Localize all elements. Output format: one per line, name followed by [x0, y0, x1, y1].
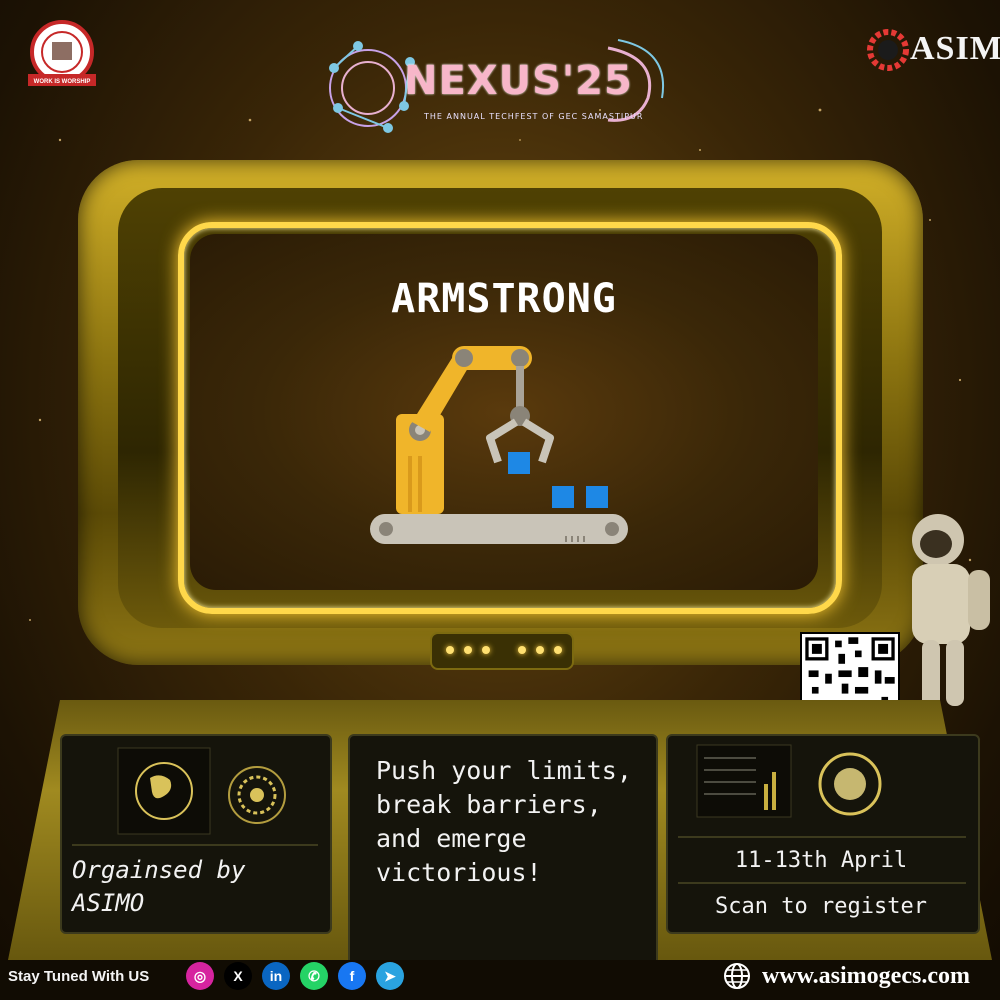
motto-text: Push your limits, break barriers, and em… [376, 756, 632, 887]
scan-to-register-label[interactable]: Scan to register [676, 894, 966, 919]
indicator-light [482, 646, 490, 654]
radar-dial-icon [228, 766, 286, 824]
indicator-light [554, 646, 562, 654]
event-dates: 11-13th April [734, 848, 908, 873]
organised-by-text: Orgainsed by ASIMO [72, 856, 246, 917]
indicator-light [464, 646, 472, 654]
college-motto: WORK IS WORSHIP [34, 79, 91, 85]
college-logo: WORK IS WORSHIP [28, 20, 96, 86]
dashboard-chart-icon [696, 744, 792, 818]
linkedin-icon[interactable]: in [262, 962, 290, 990]
indicator-light [536, 646, 544, 654]
astronaut-illustration [912, 514, 990, 710]
globe-icon [724, 963, 750, 989]
cube-on-belt [552, 486, 574, 508]
robotic-arm-icon [370, 346, 628, 544]
website-link[interactable]: www.asimogecs.com [762, 963, 970, 990]
stay-tuned-label: Stay Tuned With US [8, 968, 150, 985]
facebook-icon[interactable]: f [338, 962, 366, 990]
hologram-dial-icon [818, 752, 882, 816]
panel-divider [678, 882, 966, 884]
event-name: NEXUS'25 [404, 58, 633, 104]
telegram-icon[interactable]: ➤ [376, 962, 404, 990]
indicator-light [518, 646, 526, 654]
instagram-icon[interactable]: ◎ [186, 962, 214, 990]
competition-title: ARMSTRONG [391, 276, 617, 322]
indicator-light [446, 646, 454, 654]
organizer-logo-text: ASIMO [910, 30, 1000, 67]
panel-divider [678, 836, 966, 838]
whatsapp-icon[interactable]: ✆ [300, 962, 328, 990]
frame-indicator-lights [430, 632, 574, 670]
event-tagline: THE ANNUAL TECHFEST OF GEC SAMASTIPUR [424, 112, 644, 121]
globe-hologram-icon [117, 747, 211, 835]
cube-on-belt [586, 486, 608, 508]
x-icon[interactable]: X [224, 962, 252, 990]
panel-divider [72, 844, 318, 846]
cube-held [508, 452, 530, 474]
